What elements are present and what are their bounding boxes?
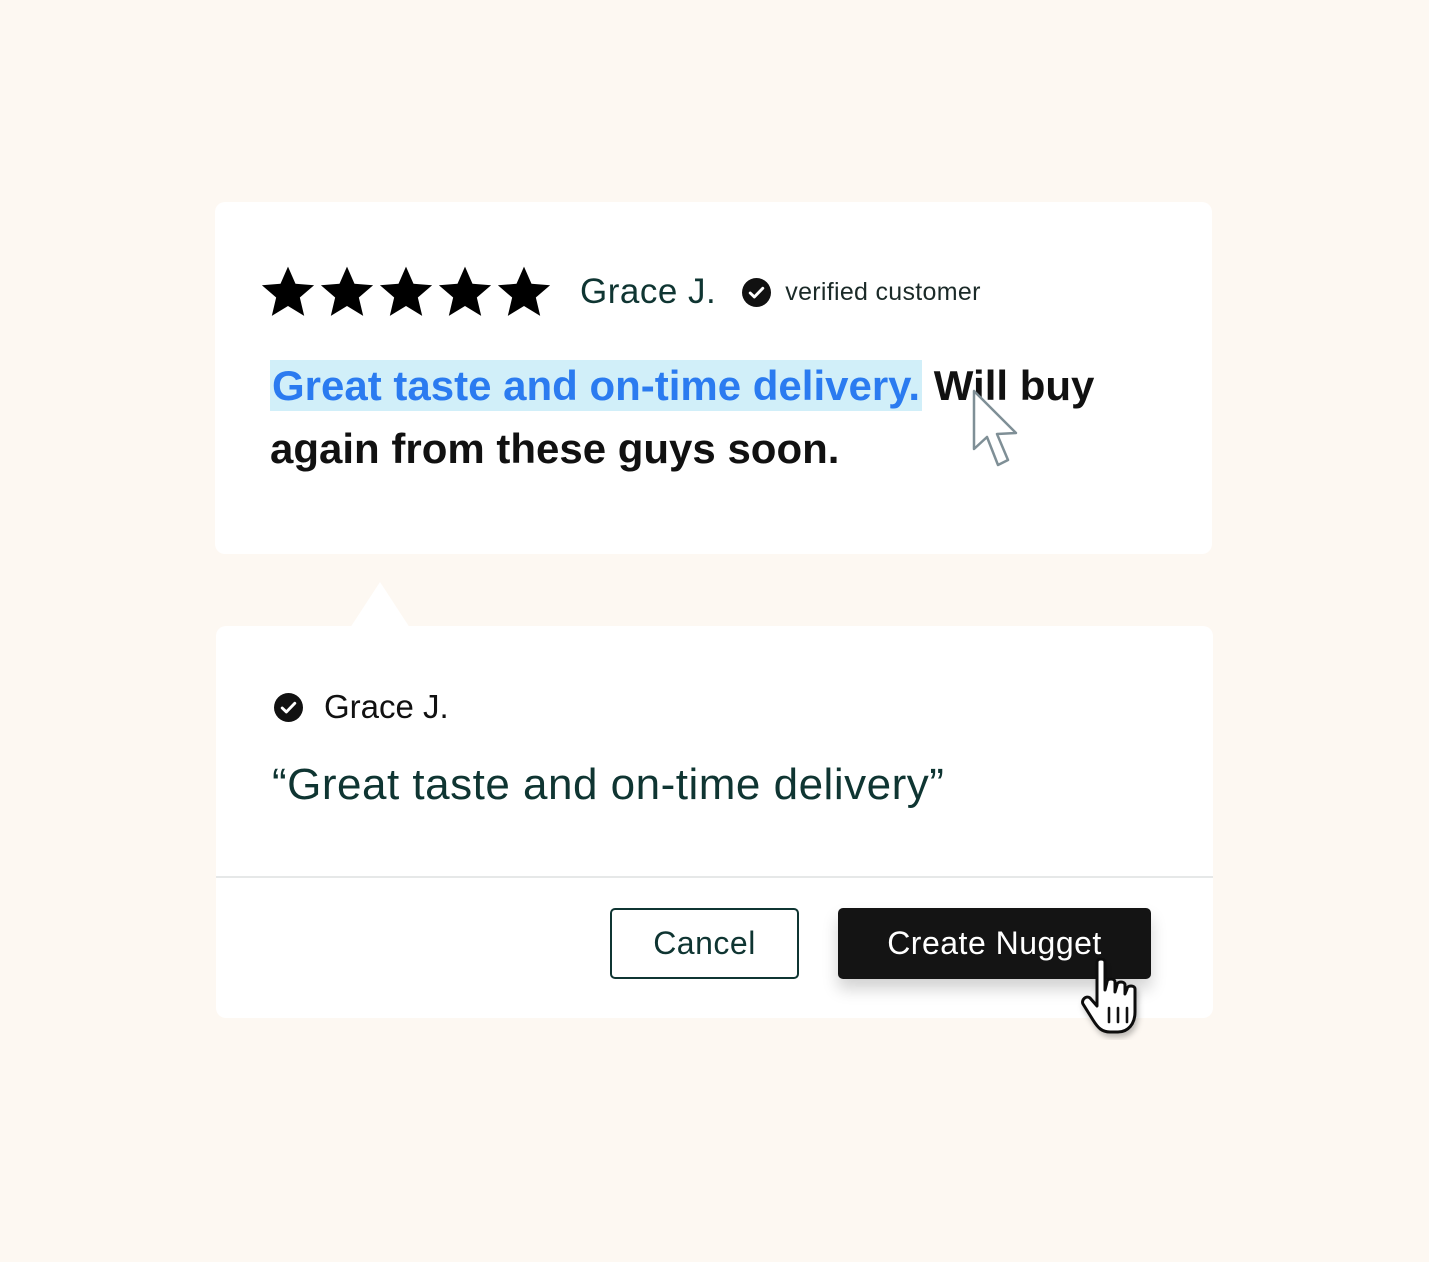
- star-icon: [261, 266, 315, 316]
- arrow-cursor-icon: [972, 389, 1018, 467]
- hand-pointer-icon: [1081, 957, 1137, 1034]
- selected-text[interactable]: Great taste and on-time delivery.: [270, 360, 923, 411]
- nugget-card: Grace J. “Great taste and on-time delive…: [216, 626, 1213, 1034]
- star-rating: [259, 263, 553, 321]
- review-header: Grace J. verified customer: [259, 262, 981, 322]
- star-icon: [320, 266, 374, 316]
- divider: [216, 876, 1213, 878]
- star-icon: [438, 266, 492, 316]
- nugget-author: Grace J.: [324, 688, 449, 725]
- star-icon: [497, 266, 551, 316]
- reviewer-name: Grace J.: [580, 272, 717, 311]
- review-body[interactable]: Great taste and on-time delivery. Will b…: [270, 354, 1170, 480]
- review-card: Grace J. verified customer Great taste a…: [215, 202, 1212, 554]
- cancel-button[interactable]: Cancel: [610, 908, 799, 979]
- nugget-quote: “Great taste and on-time delivery”: [272, 760, 945, 809]
- star-icon: [379, 266, 433, 316]
- review-text-line2: again from these guys soon.: [270, 425, 840, 472]
- nugget-header: Grace J.: [274, 688, 449, 726]
- verified-badge-label: verified customer: [785, 277, 981, 306]
- check-circle-icon: [274, 692, 303, 722]
- check-circle-icon: [742, 277, 772, 307]
- popover-pointer: [350, 582, 410, 628]
